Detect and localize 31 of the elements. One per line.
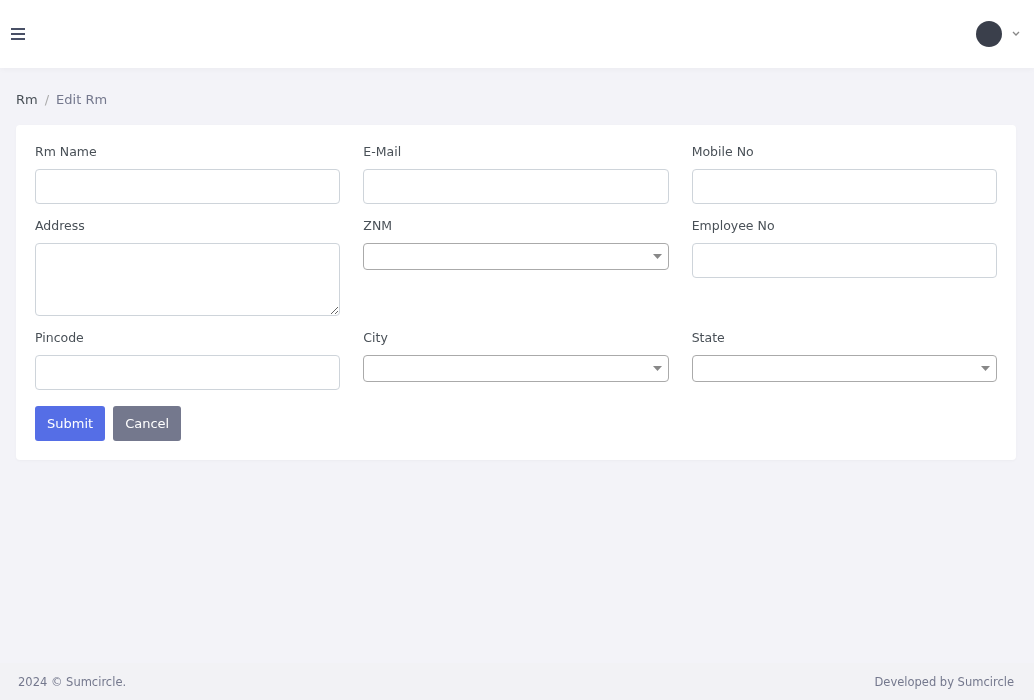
field-label: Pincode — [35, 330, 85, 345]
textarea-field[interactable] — [35, 243, 341, 316]
field-label: ZNM — [363, 218, 394, 233]
breadcrumb-item[interactable]: Rm — [16, 92, 38, 107]
input-field[interactable] — [35, 355, 341, 390]
field-label: Address — [35, 218, 86, 233]
caret-icon[interactable] — [1012, 31, 1020, 37]
copyright-text: 2024 © Sumcircle. — [18, 674, 127, 689]
field-label: State — [691, 330, 726, 345]
submit-button[interactable]: Submit — [35, 406, 106, 441]
input-field[interactable] — [363, 169, 669, 204]
select-dropdown[interactable] — [363, 243, 669, 270]
input-field[interactable] — [691, 169, 997, 204]
caret-icon — [981, 366, 990, 371]
credit-text: Developed by Sumcircle — [874, 674, 1014, 689]
select-dropdown[interactable] — [691, 355, 997, 382]
breadcrumb-item[interactable]: Edit Rm — [56, 92, 108, 107]
menu-icon[interactable] — [10, 27, 26, 41]
field-label: Rm Name — [35, 144, 98, 159]
select-dropdown[interactable] — [363, 355, 669, 382]
field-label: E-Mail — [363, 144, 403, 159]
field-label: Mobile No — [691, 144, 755, 159]
caret-icon — [652, 366, 662, 371]
field-label: Employee No — [691, 218, 776, 233]
field-label: City — [363, 330, 389, 345]
input-field[interactable] — [691, 243, 997, 278]
breadcrumb-separator: / — [44, 92, 50, 107]
input-field[interactable] — [35, 169, 341, 204]
caret-icon — [652, 254, 662, 259]
avatar-icon[interactable] — [976, 21, 1002, 47]
cancel-button[interactable]: Cancel — [113, 406, 182, 441]
